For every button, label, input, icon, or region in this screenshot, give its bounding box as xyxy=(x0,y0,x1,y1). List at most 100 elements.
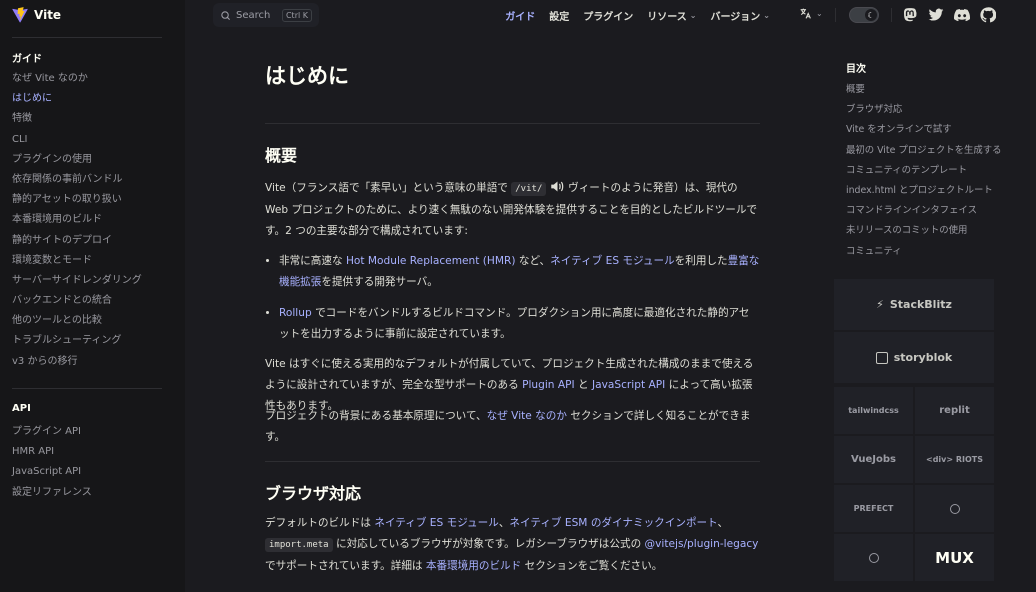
sponsor-logo[interactable]: MUX xyxy=(915,534,994,581)
section-divider xyxy=(265,123,760,124)
search-button[interactable]: Search Ctrl K xyxy=(213,3,319,27)
text-segment: 非常に高速な xyxy=(279,255,346,267)
link-rollup[interactable]: Rollup xyxy=(279,307,312,319)
sidebar-item-api-1[interactable]: HMR API xyxy=(12,442,92,462)
sponsor-logo[interactable]: <div> RIOTS xyxy=(915,436,994,483)
language-switcher[interactable]: ⌄ xyxy=(799,7,823,20)
text-segment: を利用した xyxy=(674,255,728,267)
sidebar-item-guide-1[interactable]: はじめに xyxy=(12,89,142,109)
link-plugin-api[interactable]: Plugin API xyxy=(522,379,575,391)
sidebar-section-heading-api: API xyxy=(12,403,31,414)
sidebar-item-guide-7[interactable]: 本番環境用のビルド xyxy=(12,210,142,230)
site-logo[interactable]: Vite xyxy=(12,6,61,24)
sidebar-item-guide-10[interactable]: サーバーサイドレンダリング xyxy=(12,271,142,291)
text-segment: でサポートされています。詳細は xyxy=(265,560,426,572)
site-title: Vite xyxy=(34,8,62,22)
link-building-for-production[interactable]: 本番環境用のビルド xyxy=(426,560,521,572)
toc-item[interactable]: コミュニティのテンプレート xyxy=(846,163,1001,183)
section-divider xyxy=(265,461,760,462)
table-of-contents: 目次 概要 ブラウザ対応 Vite をオンラインで試す 最初の Vite プロジェクト… xyxy=(846,62,1001,264)
link-native-esm[interactable]: ネイティブ ES モジュール xyxy=(374,517,499,529)
text-segment: Vite（フランス語で「素早い」という意味の単語で xyxy=(265,182,512,194)
chevron-down-icon: ⌄ xyxy=(763,10,770,20)
nav-item-0[interactable]: ガイド xyxy=(505,8,535,23)
sponsor-label: tailwindcss xyxy=(848,406,899,415)
nav-item-1[interactable]: 設定 xyxy=(549,8,569,23)
sidebar-item-api-0[interactable]: プラグイン API xyxy=(12,422,92,442)
sponsor-logo-icon xyxy=(949,503,960,514)
sidebar-guide-list: なぜ Vite なのか はじめに 特徴 CLI プラグインの使用 依存関係の事前バンドル静… xyxy=(12,69,142,372)
nav-item-2[interactable]: プラグイン xyxy=(583,8,633,23)
nav-item-label: 設定 xyxy=(549,11,570,23)
toc-item[interactable]: Vite をオンラインで試す xyxy=(846,122,1001,142)
sidebar-item-guide-3[interactable]: CLI xyxy=(12,130,142,150)
link-native-esm[interactable]: ネイティブ ES モジュール xyxy=(550,255,675,267)
toc-item[interactable]: index.html とプロジェクトルート xyxy=(846,183,1001,203)
speaker-icon[interactable] xyxy=(550,180,565,193)
discord-icon[interactable] xyxy=(954,7,971,23)
sidebar-item-guide-14[interactable]: v3 からの移行 xyxy=(12,352,142,372)
github-icon[interactable] xyxy=(980,7,997,23)
sidebar-divider xyxy=(12,37,162,38)
mastodon-icon[interactable] xyxy=(902,7,918,23)
sponsor-logo[interactable]: replit xyxy=(915,387,994,434)
page-title: はじめに xyxy=(265,64,349,88)
sponsor-logo[interactable]: tailwindcss xyxy=(834,387,913,434)
sidebar-item-guide-12[interactable]: 他のツールとの比較 xyxy=(12,311,142,331)
translate-icon xyxy=(800,8,811,19)
toc-item[interactable]: コミュニティ xyxy=(846,244,1001,264)
link-plugin-legacy[interactable]: @vitejs/plugin-legacy xyxy=(645,538,759,550)
topbar-divider xyxy=(835,8,836,22)
twitter-icon[interactable] xyxy=(928,7,944,23)
nav-item-4[interactable]: バージョン ⌄ xyxy=(710,8,770,23)
sponsor-logo[interactable]: PREFECT xyxy=(834,485,913,532)
sidebar-item-guide-8[interactable]: 静的サイトのデプロイ xyxy=(12,231,142,251)
toc-item[interactable]: 未リリースのコミットの使用 xyxy=(846,223,1001,243)
sidebar-item-guide-11[interactable]: バックエンドとの統合 xyxy=(12,291,142,311)
sidebar-item-guide-0[interactable]: なぜ Vite なのか xyxy=(12,69,142,89)
nav-item-label: プラグイン xyxy=(583,11,634,23)
sidebar-divider xyxy=(12,388,162,389)
search-label: Search xyxy=(236,9,271,21)
inline-code: import.meta xyxy=(265,538,333,552)
storyblok-icon xyxy=(875,351,888,364)
top-nav: ガイド 設定 プラグイン リソース ⌄ バージョン ⌄ xyxy=(505,0,770,30)
list-item: 非常に高速な Hot Module Replacement (HMR) など、ネ… xyxy=(279,251,760,293)
sidebar-item-api-3[interactable]: 設定リファレンス xyxy=(12,483,92,503)
sidebar-item-api-2[interactable]: JavaScript API xyxy=(12,462,92,482)
sidebar: Vite ガイド なぜ Vite なのか はじめに 特徴 CLI プラグインの使用 依存関… xyxy=(0,0,185,592)
sidebar-item-guide-13[interactable]: トラブルシューティング xyxy=(12,331,142,351)
toc-item[interactable]: ブラウザ対応 xyxy=(846,102,1001,122)
sidebar-item-guide-2[interactable]: 特徴 xyxy=(12,109,142,129)
text-segment: プロジェクトの背景にある基本原理について、 xyxy=(265,410,487,422)
social-links xyxy=(902,7,997,23)
toc-item[interactable]: 最初の Vite プロジェクトを生成する xyxy=(846,143,1001,163)
list-item: Rollup でコードをバンドルするビルドコマンド。プロダクション用に高度に最適… xyxy=(279,303,760,345)
sponsor-storyblok[interactable]: storyblok xyxy=(834,332,994,383)
nav-item-3[interactable]: リソース ⌄ xyxy=(647,8,696,23)
sidebar-item-guide-5[interactable]: 依存関係の事前バンドル xyxy=(12,170,142,190)
sponsor-stackblitz[interactable]: ⚡ StackBlitz xyxy=(834,279,994,330)
theme-toggle[interactable]: ☾ xyxy=(849,7,879,23)
toc-item[interactable]: コマンドラインインタフェイス xyxy=(846,203,1001,223)
sponsor-label: <div> RIOTS xyxy=(925,455,984,464)
toc-item[interactable]: 概要 xyxy=(846,82,1001,102)
sponsor-label: storyblok xyxy=(893,351,953,364)
text-segment: でコードをバンドルするビルドコマンド。プロダクション用に高度に最適化された静的ア… xyxy=(279,307,750,340)
sponsor-logo[interactable]: VueJobs xyxy=(834,436,913,483)
sponsor-logo[interactable] xyxy=(834,534,913,581)
chevron-down-icon: ⌄ xyxy=(689,10,697,20)
text-segment: セクションをご覧ください。 xyxy=(521,560,663,572)
sidebar-item-guide-9[interactable]: 環境変数とモード xyxy=(12,251,142,271)
link-why-vite[interactable]: なぜ Vite なのか xyxy=(487,410,567,422)
link-hmr[interactable]: Hot Module Replacement (HMR) xyxy=(346,255,516,267)
sidebar-item-guide-4[interactable]: プラグインの使用 xyxy=(12,150,142,170)
sidebar-section-heading-guide: ガイド xyxy=(12,54,42,65)
sponsor-label: StackBlitz xyxy=(889,298,952,311)
link-dynamic-import[interactable]: ネイティブ ESM のダイナミックインポート xyxy=(509,517,717,529)
sponsor-logo[interactable] xyxy=(915,485,994,532)
nav-item-label: バージョン xyxy=(710,11,761,23)
sidebar-item-guide-6[interactable]: 静的アセットの取り扱い xyxy=(12,190,142,210)
link-javascript-api[interactable]: JavaScript API xyxy=(592,379,665,391)
nav-item-label: リソース xyxy=(647,11,687,23)
